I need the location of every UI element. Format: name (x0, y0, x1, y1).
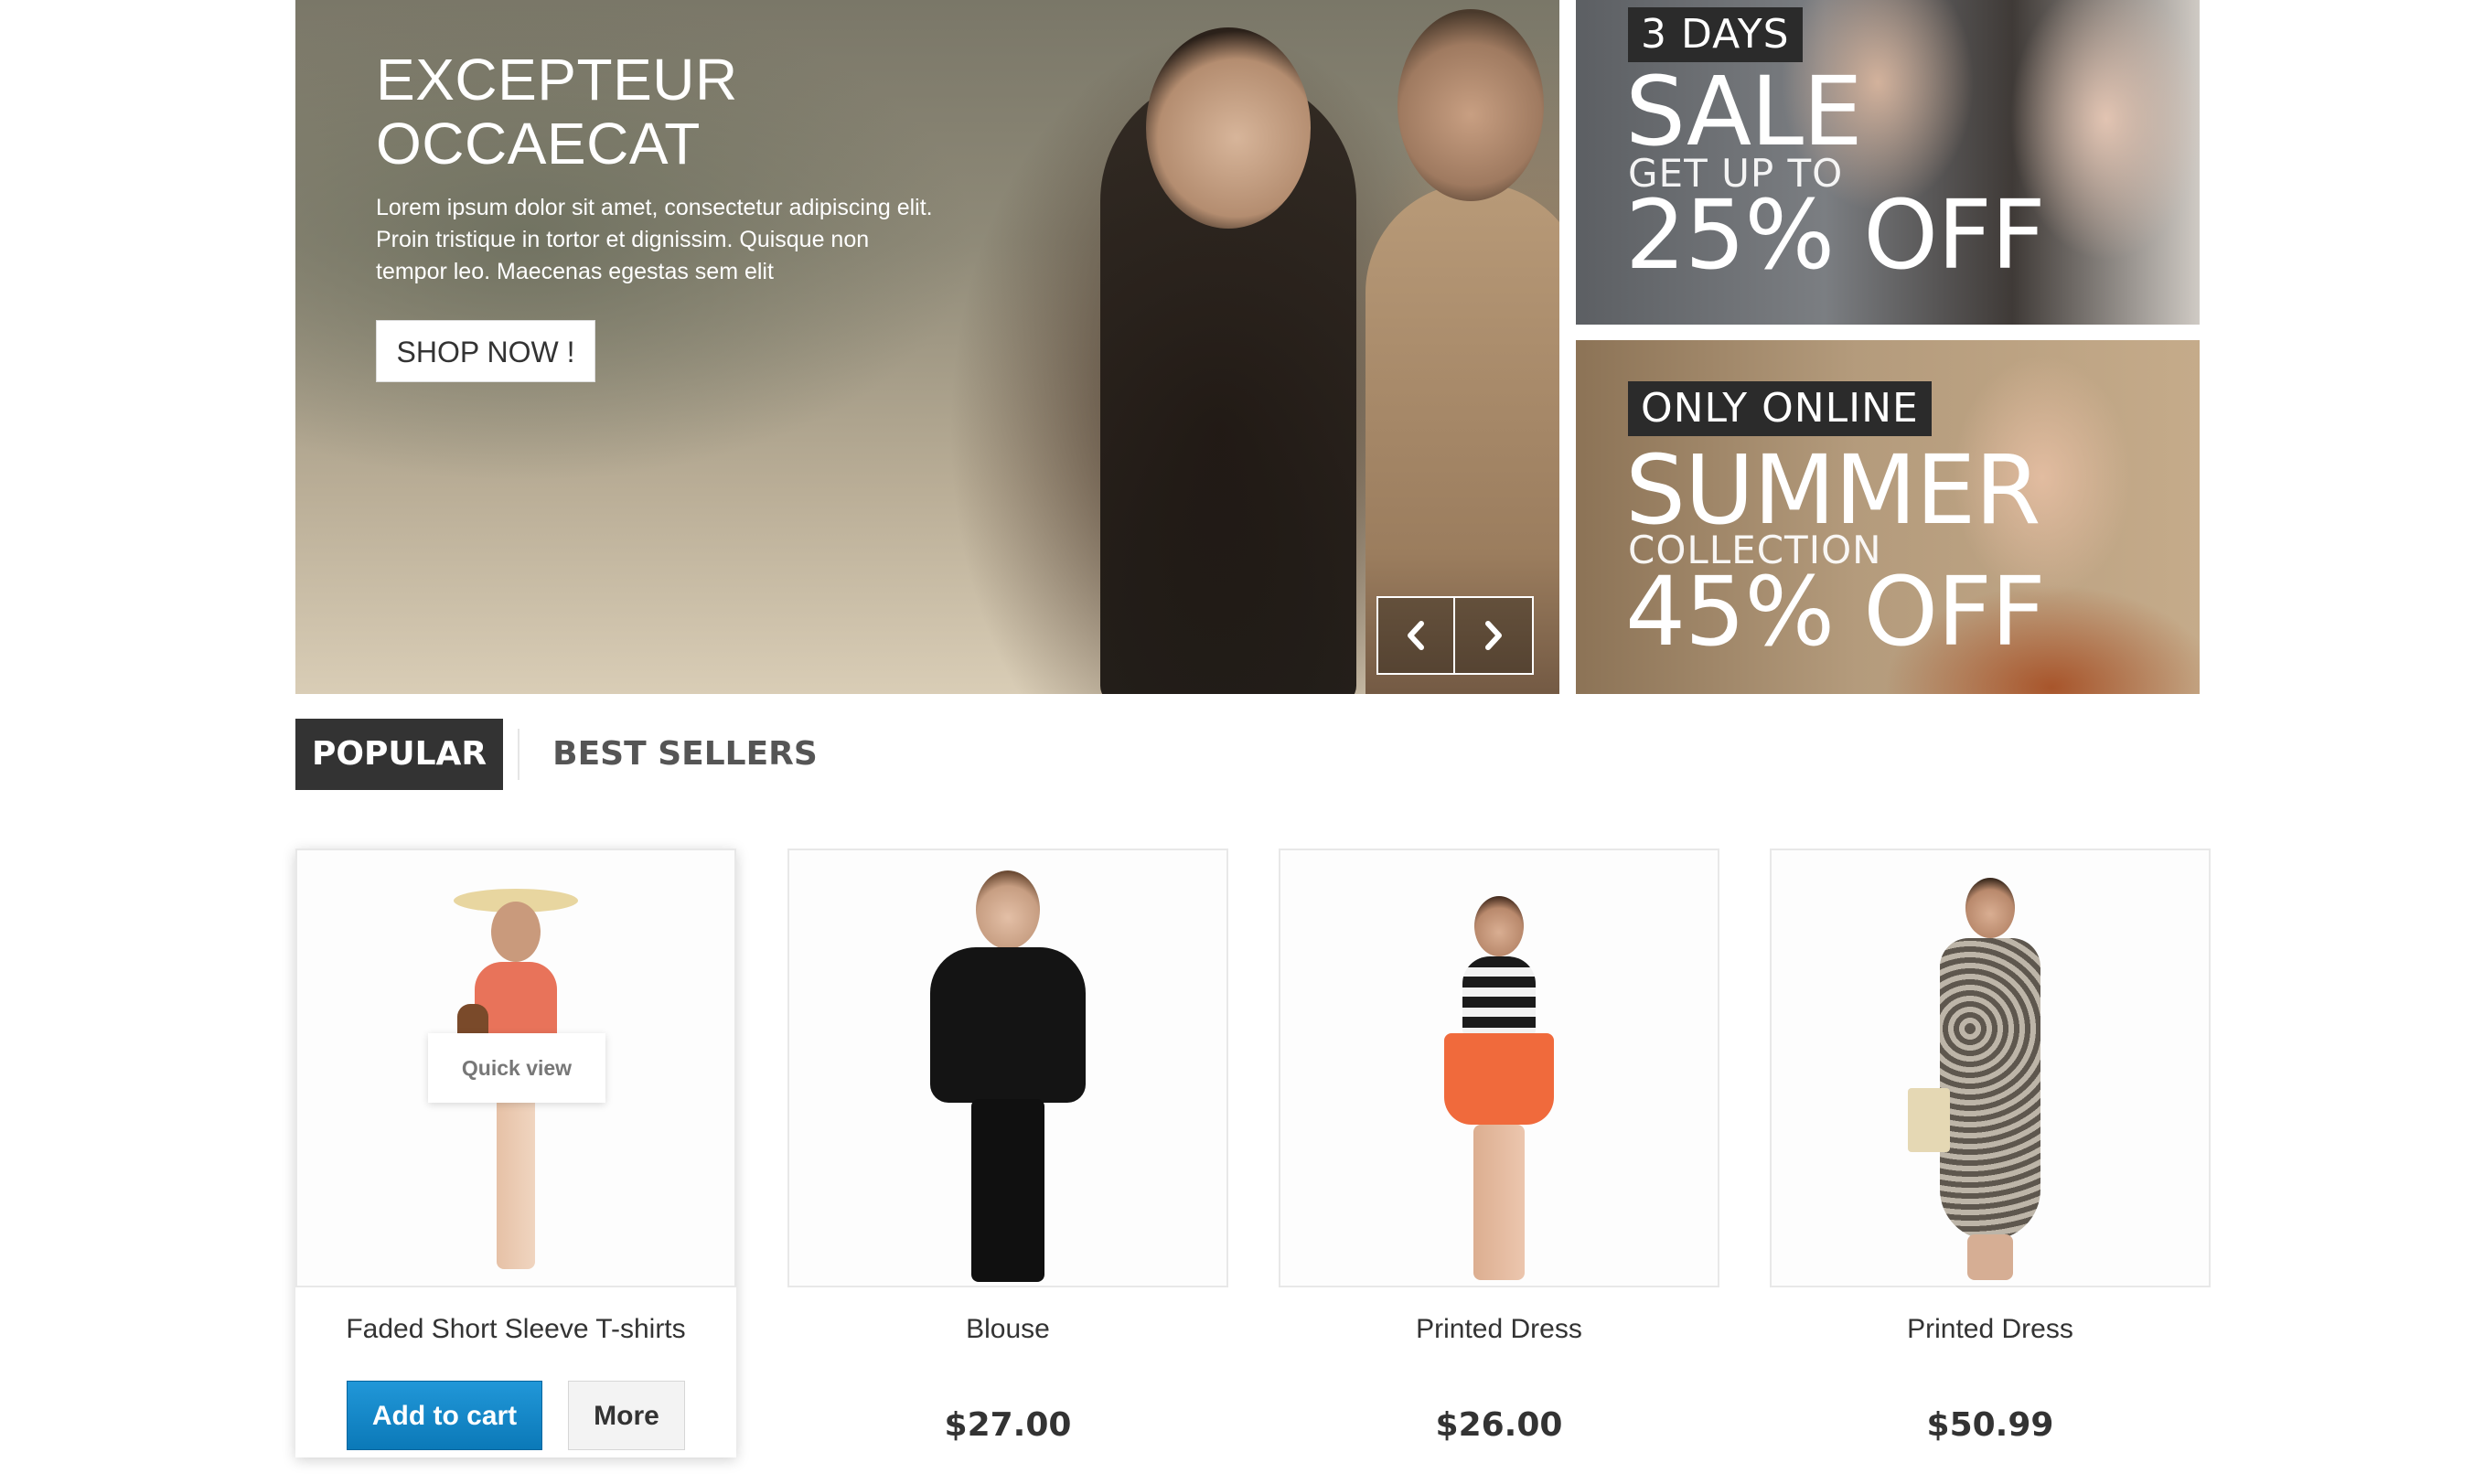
hero-title: EXCEPTEUR OCCAECAT (376, 48, 961, 176)
hero-title-line-2: OCCAECAT (376, 111, 701, 176)
product-name[interactable]: Printed Dress (1279, 1311, 1719, 1348)
product-name[interactable]: Blouse (787, 1311, 1228, 1348)
shop-now-button[interactable]: SHOP NOW ! (376, 320, 595, 382)
product-card[interactable]: Printed Dress $26.00 (1279, 849, 1719, 1444)
chevron-left-icon (1408, 621, 1424, 650)
slider-next-button[interactable] (1455, 596, 1534, 675)
hero-image-man-head (1398, 9, 1544, 201)
add-to-cart-button[interactable]: Add to cart (347, 1381, 542, 1450)
product-actions: Add to cart More (295, 1381, 736, 1450)
product-card[interactable]: Blouse $27.00 (787, 849, 1228, 1444)
product-card[interactable]: Quick view Faded Short Sleeve T-shirts A… (295, 849, 736, 1457)
promo-banner-sale[interactable]: 3 DAYS SALE GET UP TO 25% OFF (1576, 0, 2200, 325)
tab-divider (518, 729, 520, 780)
hero-image-woman-head (1146, 27, 1311, 229)
product-image[interactable] (1770, 849, 2211, 1287)
product-figure (1426, 896, 1572, 1280)
hero-description: Lorem ipsum dolor sit amet, consectetur … (376, 195, 933, 284)
product-image[interactable] (1279, 849, 1719, 1287)
chevron-right-icon (1485, 621, 1502, 650)
promo-tag: 3 DAYS (1628, 7, 1803, 62)
product-figure (916, 870, 1099, 1282)
product-card[interactable]: Printed Dress $50.99 (1770, 849, 2211, 1444)
product-image[interactable]: Quick view (295, 849, 736, 1287)
slider-controls (1376, 596, 1534, 677)
more-button[interactable]: More (568, 1381, 685, 1450)
tab-best-sellers[interactable]: BEST SELLERS (536, 719, 834, 790)
product-name[interactable]: Printed Dress (1770, 1311, 2211, 1348)
slider-prev-button[interactable] (1376, 596, 1455, 675)
promo-headline: SUMMER (1625, 434, 2041, 546)
product-image[interactable] (787, 849, 1228, 1287)
product-price: $26.00 (1435, 1406, 1563, 1444)
promo-discount: 45% OFF (1625, 556, 2046, 667)
tab-popular[interactable]: POPULAR (295, 719, 504, 790)
product-name[interactable]: Faded Short Sleeve T-shirts (295, 1311, 736, 1348)
product-price: $27.00 (944, 1406, 1072, 1444)
quick-view-button[interactable]: Quick view (428, 1033, 605, 1103)
product-tabs: POPULAR BEST SELLERS (295, 719, 834, 790)
product-figure (1899, 878, 2082, 1280)
promo-discount: 25% OFF (1625, 179, 2046, 291)
promo-banner-summer[interactable]: ONLY ONLINE SUMMER COLLECTION 45% OFF (1576, 340, 2200, 694)
promo-tag: ONLY ONLINE (1628, 381, 1932, 436)
promo-headline: SALE (1625, 56, 1863, 167)
hero-slider: EXCEPTEUR OCCAECAT Lorem ipsum dolor sit… (295, 0, 1559, 694)
hero-title-line-1: EXCEPTEUR (376, 47, 738, 112)
product-price: $50.99 (1926, 1406, 2054, 1444)
hero-caption: EXCEPTEUR OCCAECAT Lorem ipsum dolor sit… (376, 48, 961, 288)
